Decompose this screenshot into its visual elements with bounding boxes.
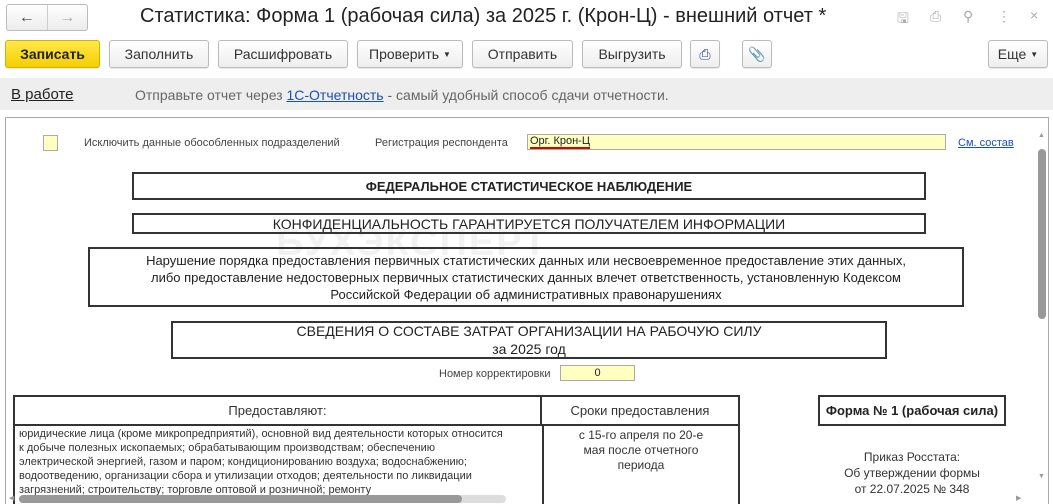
correction-label: Номер корректировки (439, 368, 551, 380)
preview-icon[interactable]: ⚲ (963, 8, 973, 25)
report-title-line1: СВЕДЕНИЯ О СОСТАВЕ ЗАТРАТ ОРГАНИЗАЦИИ НА… (296, 323, 762, 339)
check-label: Проверить (369, 46, 440, 62)
providers-table: Предоставляют: Сроки предоставления юрид… (13, 395, 740, 504)
report-title: СВЕДЕНИЯ О СОСТАВЕ ЗАТРАТ ОРГАНИЗАЦИИ НА… (171, 321, 887, 359)
fill-button[interactable]: Заполнить (109, 40, 209, 68)
info-text: Отправьте отчет через (135, 87, 287, 103)
decode-button[interactable]: Расшифровать (218, 40, 348, 68)
providers-text: юридические лица (кроме микропредприятий… (19, 428, 503, 496)
deadlines-header: Сроки предоставления (542, 397, 738, 426)
printer-icon: ⎙ (699, 45, 711, 62)
order-line: Приказ Росстата: (863, 450, 961, 464)
scroll-left-icon[interactable]: ◀ (9, 494, 14, 502)
close-icon[interactable]: × (1030, 7, 1038, 23)
paperclip-icon: 📎 (748, 45, 766, 62)
dropdown-icon: ▼ (443, 49, 451, 59)
column-divider (542, 426, 544, 504)
reporting-link[interactable]: 1С-Отчетность (286, 87, 383, 103)
send-button[interactable]: Отправить (472, 40, 573, 68)
report-title-line2: за 2025 год (492, 341, 566, 357)
scroll-right-icon[interactable]: ▶ (1016, 494, 1021, 502)
back-button[interactable]: ← (7, 5, 47, 30)
composition-link[interactable]: См. состав (958, 137, 1014, 149)
vertical-scroll-thumb[interactable] (1038, 149, 1046, 319)
info-message: Отправьте отчет через 1С-Отчетность - са… (135, 87, 669, 103)
providers-header: Предоставляют: (15, 397, 542, 426)
exclude-label: Исключить данные обособленных подразделе… (84, 137, 340, 149)
confidential-header: КОНФИДЕНЦИАЛЬНОСТЬ ГАРАНТИРУЕТСЯ ПОЛУЧАТ… (132, 213, 926, 234)
vertical-scrollbar[interactable]: ▲ ▼ (1035, 118, 1048, 496)
violation-notice: Нарушение порядка предоставления первичн… (88, 247, 964, 307)
horizontal-scrollbar[interactable]: ◀ ▶ (6, 494, 1035, 504)
attach-button[interactable]: 📎 (742, 40, 772, 68)
federal-header: ФЕДЕРАЛЬНОЕ СТАТИСТИЧЕСКОЕ НАБЛЮДЕНИЕ (132, 172, 926, 200)
save-icon[interactable]: 🖫 (897, 8, 909, 32)
print-icon[interactable]: ⎙ (930, 8, 941, 25)
order-info: Приказ Росстата: Об утверждении формы от… (818, 449, 1006, 497)
registration-value: Орг. Крон-Ц (530, 135, 590, 149)
forward-button[interactable]: → (46, 5, 88, 30)
order-line: Об утверждении формы (844, 466, 980, 480)
check-button[interactable]: Проверить ▼ (357, 40, 463, 68)
form-name: Форма № 1 (рабочая сила) (818, 395, 1006, 426)
exclude-checkbox[interactable] (43, 135, 58, 151)
save-button[interactable]: Записать (5, 40, 100, 68)
export-button[interactable]: Выгрузить (582, 40, 682, 68)
correction-field[interactable]: 0 (560, 365, 635, 381)
nav-buttons: ← → (6, 4, 88, 31)
registration-label: Регистрация респондента (375, 137, 508, 149)
dropdown-icon: ▼ (1030, 49, 1039, 59)
info-text: - самый удобный способ сдачи отчетности. (383, 87, 669, 103)
registration-field[interactable]: Орг. Крон-Ц (527, 134, 946, 150)
report-form: Исключить данные обособленных подразделе… (5, 117, 1049, 504)
window-title: Статистика: Форма 1 (рабочая сила) за 20… (140, 5, 827, 27)
info-bar: В работе Отправьте отчет через 1С-Отчетн… (0, 78, 1053, 110)
deadlines-text: с 15-го апреля по 20-е мая после отчетно… (578, 428, 704, 472)
status-link[interactable]: В работе (11, 86, 74, 103)
more-button[interactable]: Еще ▼ (988, 40, 1048, 68)
menu-dots-icon[interactable]: ⋮ (997, 8, 1011, 25)
more-label: Еще (997, 46, 1027, 62)
print-button[interactable]: ⎙ (690, 40, 720, 68)
horizontal-scroll-thumb[interactable] (19, 495, 462, 503)
scroll-down-icon[interactable]: ▼ (1038, 473, 1045, 480)
scroll-up-icon[interactable]: ▲ (1038, 132, 1045, 139)
